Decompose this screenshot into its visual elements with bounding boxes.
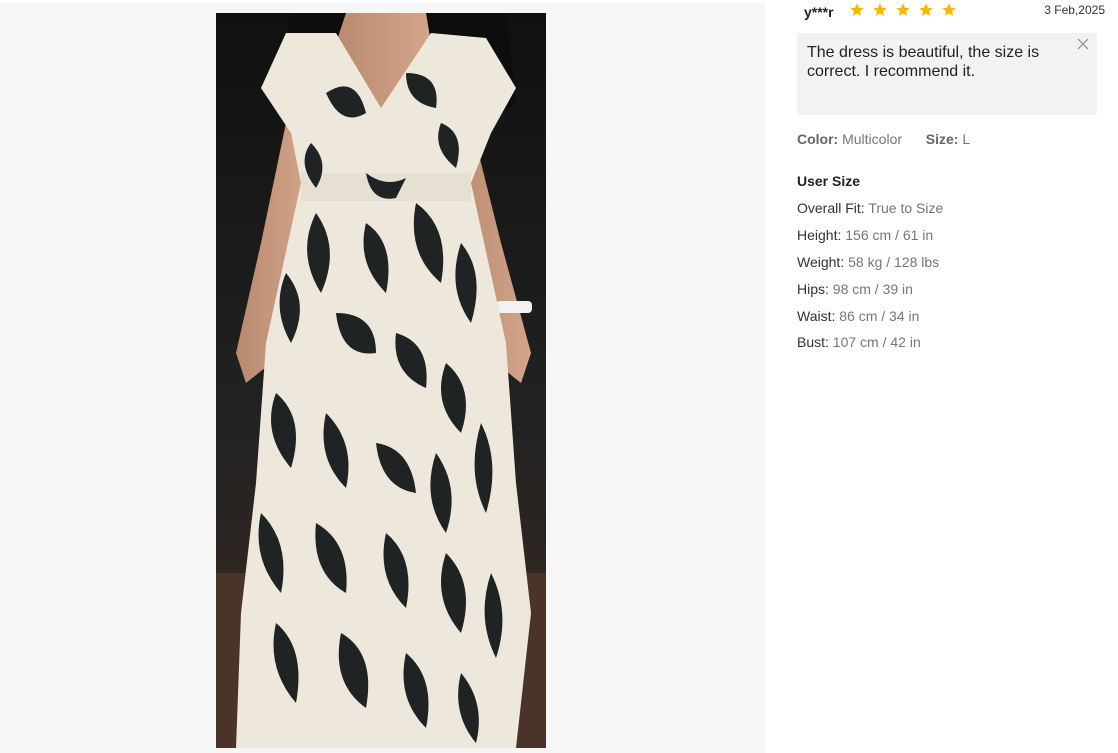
size-label: Bust: xyxy=(797,334,829,351)
star-icon xyxy=(919,3,933,16)
star-icon xyxy=(942,3,956,16)
size-value: 58 kg / 128 lbs xyxy=(848,253,940,270)
color-value: Multicolor xyxy=(842,131,903,147)
star-rating xyxy=(849,2,959,20)
star-icon xyxy=(896,3,910,16)
size-row-waist: Waist: 86 cm / 34 in xyxy=(797,308,943,335)
size-label: Size: xyxy=(925,131,959,147)
reviewer-name: y***r xyxy=(804,4,834,20)
size-label: Waist: xyxy=(797,307,836,324)
star-icon xyxy=(873,3,887,16)
review-date: 3 Feb,2025 xyxy=(1044,3,1105,17)
size-row-height: Height: 156 cm / 61 in xyxy=(797,227,943,254)
size-row-overall-fit: Overall Fit: True to Size xyxy=(797,200,943,227)
star-icon xyxy=(850,3,864,16)
review-panel: y***r 3 Feb,2025 The dress is beautiful,… xyxy=(797,0,1105,753)
review-comment-box: The dress is beautiful, the size is corr… xyxy=(797,33,1097,115)
size-label: Overall Fit: xyxy=(797,200,865,216)
review-photo[interactable] xyxy=(216,13,546,748)
user-size-list: Overall Fit: True to Size Height: 156 cm… xyxy=(797,200,943,361)
color-label: Color: xyxy=(797,131,839,147)
size-value: L xyxy=(962,131,971,147)
size-value: 156 cm / 61 in xyxy=(845,226,934,243)
size-label: Hips: xyxy=(797,280,829,297)
review-comment: The dress is beautiful, the size is corr… xyxy=(807,44,1040,80)
size-row-bust: Bust: 107 cm / 42 in xyxy=(797,334,943,361)
size-label: Height: xyxy=(797,226,842,243)
close-icon[interactable] xyxy=(1077,38,1089,50)
size-value: 98 cm / 39 in xyxy=(832,280,913,297)
photo-gallery xyxy=(0,3,765,753)
size-label: Weight: xyxy=(797,253,845,270)
product-attributes: Color: Multicolor Size: L xyxy=(797,131,970,147)
size-value: 86 cm / 34 in xyxy=(839,307,920,324)
user-size-title: User Size xyxy=(797,173,861,189)
size-value: 107 cm / 42 in xyxy=(832,334,921,351)
size-row-weight: Weight: 58 kg / 128 lbs xyxy=(797,254,943,281)
dress-photo-illustration xyxy=(216,13,546,748)
size-value: True to Size xyxy=(868,200,944,216)
size-row-hips: Hips: 98 cm / 39 in xyxy=(797,281,943,308)
